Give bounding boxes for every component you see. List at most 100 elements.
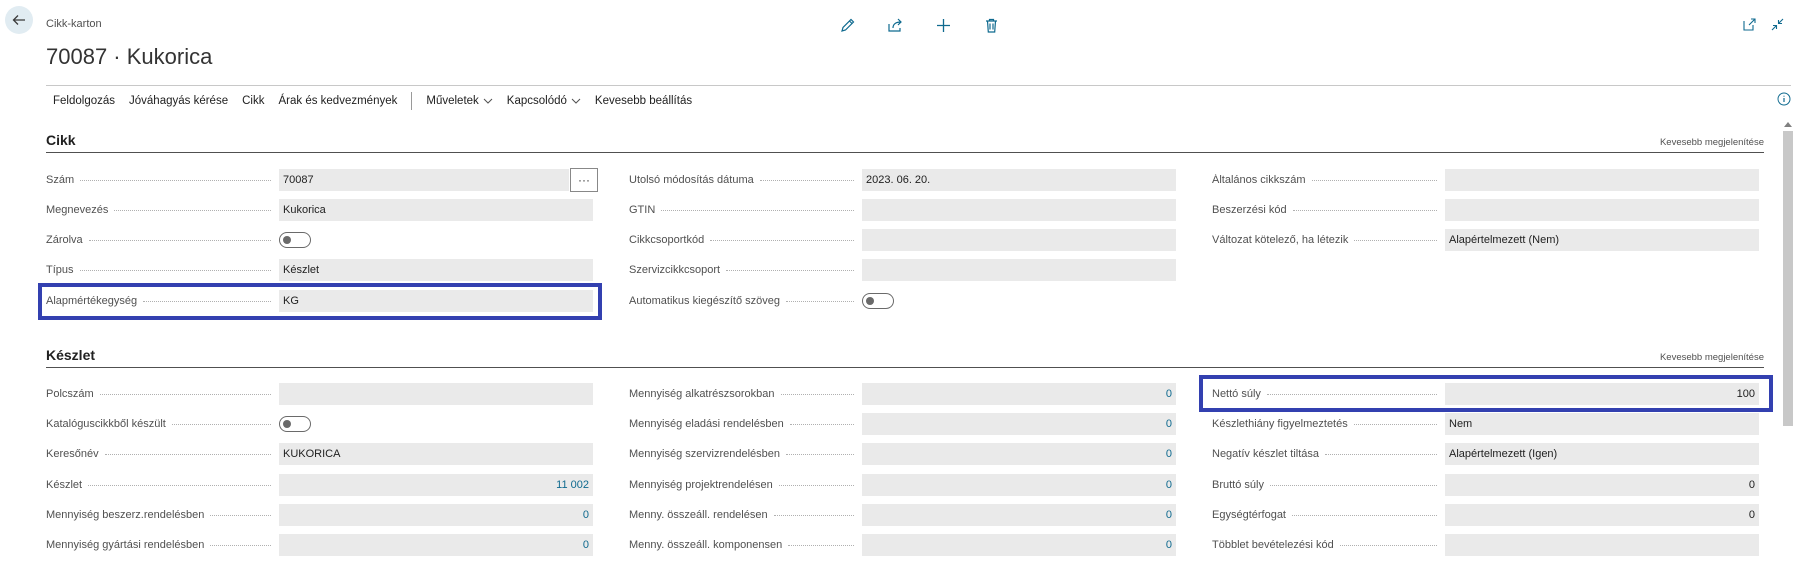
- field-qty-on-service-order: Mennyiség szervizrendelésben 0: [629, 443, 1176, 465]
- highlight-box: [38, 283, 602, 320]
- field-label: Mennyiség alkatrészsorokban: [629, 388, 775, 400]
- action-request-approval[interactable]: Jóváhagyás kérése: [122, 95, 235, 107]
- qty-on-service-order-link[interactable]: 0: [862, 443, 1176, 465]
- open-new-window-icon[interactable]: [1741, 16, 1757, 32]
- number-input[interactable]: 70087: [279, 169, 569, 191]
- field-label: Változat kötelező, ha létezik: [1212, 234, 1349, 246]
- field-common-item-no: Általános cikkszám: [1212, 169, 1759, 191]
- page-title: 70087 · Kukorica: [46, 44, 213, 69]
- back-button[interactable]: [5, 6, 33, 34]
- action-item[interactable]: Cikk: [235, 95, 271, 107]
- prevent-negative-inventory-select[interactable]: Alapértelmezett (Igen): [1445, 443, 1759, 465]
- lookup-button[interactable]: ···: [570, 168, 598, 192]
- gross-weight-input[interactable]: 0: [1445, 474, 1759, 496]
- qty-on-asm-component-link[interactable]: 0: [862, 534, 1176, 556]
- scrollbar-thumb[interactable]: [1783, 131, 1793, 426]
- chevron-down-icon: [571, 98, 581, 104]
- share-icon[interactable]: [884, 14, 906, 36]
- field-number: Szám 70087: [46, 169, 569, 191]
- field-shelf-no: Polcszám: [46, 383, 593, 405]
- qty-on-prod-order-link[interactable]: 0: [279, 534, 593, 556]
- unit-volume-input[interactable]: 0: [1445, 504, 1759, 526]
- info-icon[interactable]: [1777, 92, 1791, 111]
- field-auto-ext-text: Automatikus kiegészítő szöveg: [629, 290, 1176, 312]
- field-created-from-catalog: Katalóguscikkből készült: [46, 413, 593, 435]
- field-label: Készlet: [46, 479, 83, 491]
- window-actions: [1741, 16, 1785, 32]
- field-qty-on-sales-order: Mennyiség eladási rendelésben 0: [629, 413, 1176, 435]
- purchasing-code-input[interactable]: [1445, 199, 1759, 221]
- stockout-warning-select[interactable]: Nem: [1445, 413, 1759, 435]
- field-label: Cikkcsoportkód: [629, 234, 705, 246]
- qty-on-purch-order-link[interactable]: 0: [279, 504, 593, 526]
- delete-icon[interactable]: [980, 14, 1002, 36]
- field-type: Típus Készlet: [46, 259, 593, 281]
- field-qty-on-job-order: Mennyiség projektrendelésen 0: [629, 474, 1176, 496]
- show-less-link[interactable]: Kevesebb megjelenítése: [1660, 137, 1764, 148]
- field-inventory: Készlet 11 002: [46, 474, 593, 496]
- qty-on-asm-order-link[interactable]: 0: [862, 504, 1176, 526]
- edit-icon[interactable]: [836, 14, 858, 36]
- field-stockout-warning: Készlethiány figyelmeztetés Nem: [1212, 413, 1759, 435]
- menu-label: Műveletek: [426, 95, 479, 107]
- field-label: Keresőnév: [46, 448, 99, 460]
- action-menu-related[interactable]: Kapcsolódó: [500, 95, 588, 107]
- field-search-name: Keresőnév KUKORICA: [46, 443, 593, 465]
- field-gross-weight: Bruttó súly 0: [1212, 474, 1759, 496]
- field-description: Megnevezés Kukorica: [46, 199, 593, 221]
- action-fewer-options[interactable]: Kevesebb beállítás: [588, 95, 699, 107]
- common-item-no-input[interactable]: [1445, 169, 1759, 191]
- field-label: Automatikus kiegészítő szöveg: [629, 295, 781, 307]
- section-inventory: Készlet Kevesebb megjelenítése: [46, 346, 1764, 368]
- field-label: Általános cikkszám: [1212, 174, 1306, 186]
- qty-on-sales-order-link[interactable]: 0: [862, 413, 1176, 435]
- created-from-catalog-toggle[interactable]: [279, 416, 311, 432]
- gtin-input[interactable]: [862, 199, 1176, 221]
- highlight-box: [1199, 375, 1773, 412]
- variant-mandatory-select[interactable]: Alapértelmezett (Nem): [1445, 229, 1759, 251]
- field-label: Többlet bevételezési kód: [1212, 539, 1334, 551]
- type-select[interactable]: Készlet: [279, 259, 593, 281]
- arrow-left-icon: [12, 15, 25, 25]
- description-input[interactable]: Kukorica: [279, 199, 593, 221]
- shelf-no-input[interactable]: [279, 383, 593, 405]
- inventory-value-link[interactable]: 11 002: [279, 474, 593, 496]
- field-label: Mennyiség gyártási rendelésben: [46, 539, 205, 551]
- show-less-link[interactable]: Kevesebb megjelenítése: [1660, 352, 1764, 363]
- search-name-input[interactable]: KUKORICA: [279, 443, 593, 465]
- service-item-group-input[interactable]: [862, 259, 1176, 281]
- add-icon[interactable]: [932, 14, 954, 36]
- field-prevent-negative-inventory: Negatív készlet tiltása Alapértelmezett …: [1212, 443, 1759, 465]
- field-item-category: Cikkcsoportkód: [629, 229, 1176, 251]
- field-label: Bruttó súly: [1212, 479, 1264, 491]
- blocked-toggle[interactable]: [279, 232, 311, 248]
- collapse-icon[interactable]: [1769, 16, 1785, 32]
- section-item: Cikk Kevesebb megjelenítése: [46, 131, 1764, 153]
- action-process[interactable]: Feldolgozás: [46, 95, 122, 107]
- field-label: GTIN: [629, 204, 656, 216]
- field-label: Mennyiség eladási rendelésben: [629, 418, 784, 430]
- action-menu-actions[interactable]: Műveletek: [419, 95, 499, 107]
- field-label: Készlethiány figyelmeztetés: [1212, 418, 1348, 430]
- menu-label: Kapcsolódó: [506, 95, 567, 107]
- last-modified-value: 2023. 06. 20.: [862, 169, 1176, 191]
- vertical-scrollbar[interactable]: [1781, 117, 1795, 557]
- over-receipt-code-input[interactable]: [1445, 534, 1759, 556]
- qty-on-job-order-link[interactable]: 0: [862, 474, 1176, 496]
- chevron-down-icon: [483, 98, 493, 104]
- field-label: Egységtérfogat: [1212, 509, 1286, 521]
- field-qty-on-prod-order: Mennyiség gyártási rendelésben 0: [46, 534, 593, 556]
- action-bar: Feldolgozás Jóváhagyás kérése Cikk Árak …: [46, 85, 1791, 116]
- field-label: Negatív készlet tiltása: [1212, 448, 1319, 460]
- field-label: Szám: [46, 174, 75, 186]
- field-last-modified: Utolsó módosítás dátuma 2023. 06. 20.: [629, 169, 1176, 191]
- scroll-up-icon[interactable]: [1784, 122, 1792, 127]
- action-prices-discounts[interactable]: Árak és kedvezmények: [271, 95, 404, 107]
- field-purchasing-code: Beszerzési kód: [1212, 199, 1759, 221]
- section-title[interactable]: Cikk: [46, 132, 76, 148]
- action-bar-divider: [411, 92, 413, 110]
- auto-ext-text-toggle[interactable]: [862, 293, 894, 309]
- item-category-input[interactable]: [862, 229, 1176, 251]
- qty-on-component-lines-link[interactable]: 0: [862, 383, 1176, 405]
- section-title[interactable]: Készlet: [46, 347, 95, 363]
